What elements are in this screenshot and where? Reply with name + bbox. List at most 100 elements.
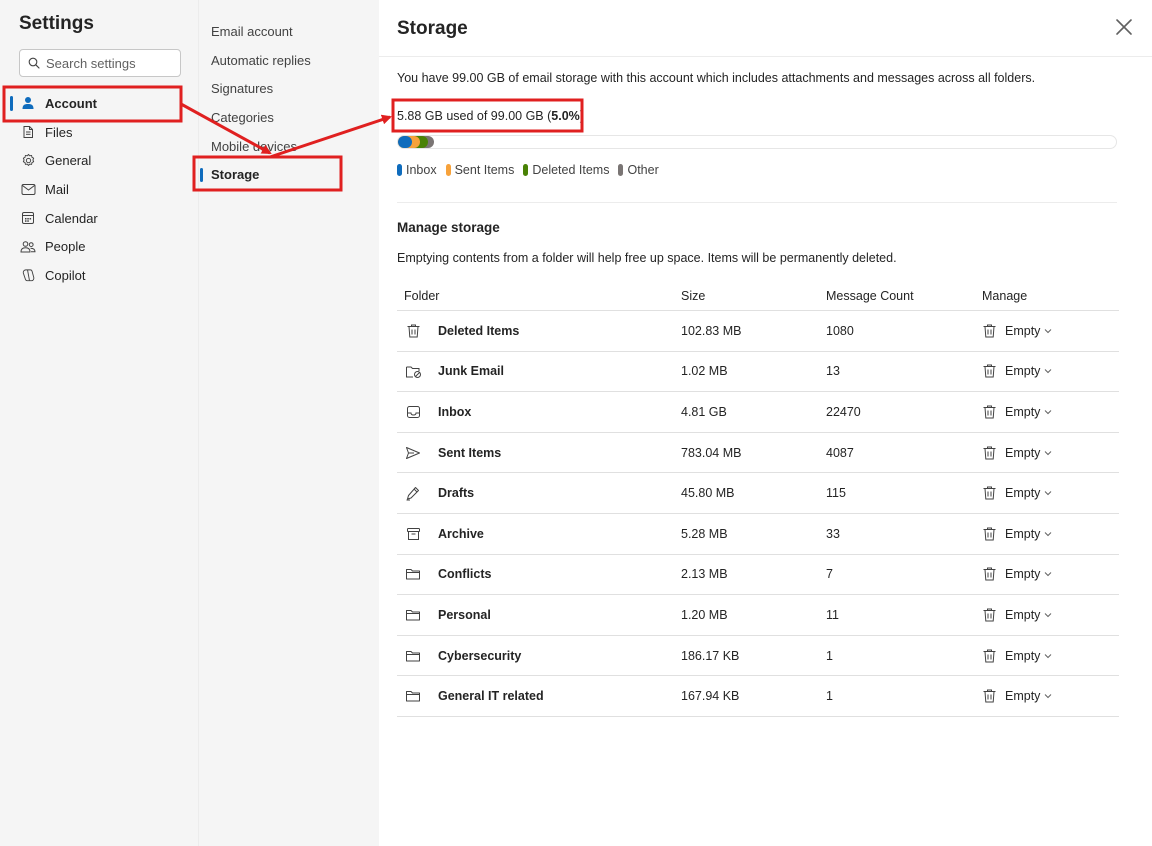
empty-folder-button[interactable]: Empty: [982, 363, 1052, 379]
people-icon: [20, 239, 36, 255]
folder-size: 783.04 MB: [681, 445, 742, 460]
folder-icon: [404, 565, 422, 583]
empty-folder-button[interactable]: Empty: [982, 648, 1052, 664]
trash-icon: [982, 648, 998, 664]
trash-icon: [982, 404, 998, 420]
empty-folder-button[interactable]: Empty: [982, 445, 1052, 461]
nav-item-label: Calendar: [45, 210, 98, 226]
calendar-icon: [20, 210, 36, 226]
trash-icon: [982, 566, 998, 582]
legend-swatch: [445, 164, 451, 176]
manage-cell: Empty: [982, 485, 1119, 501]
folder-name: Archive: [438, 526, 484, 541]
settings-nav: Settings Account Files General: [0, 0, 198, 846]
manage-cell: Empty: [982, 566, 1119, 582]
subnav-item-mobile-devices[interactable]: Mobile devices: [199, 132, 380, 161]
folder-cell: General IT related: [397, 687, 681, 705]
trash-icon: [404, 322, 422, 340]
pencil-icon: [404, 484, 422, 502]
storage-intro: You have 99.00 GB of email storage with …: [397, 71, 1036, 85]
settings-title: Settings: [19, 13, 94, 34]
subnav-item-automatic-replies[interactable]: Automatic replies: [199, 46, 380, 75]
folder-message-count: 1: [826, 689, 833, 704]
nav-list: Account Files General Mail Calendar Peop…: [0, 89, 198, 290]
empty-folder-button[interactable]: Empty: [982, 323, 1052, 339]
folder-storage-table: Folder Size Message Count Manage Deleted…: [397, 281, 1119, 717]
used-prefix: 5.88 GB used of 99.00 GB (: [397, 109, 552, 123]
empty-folder-button[interactable]: Empty: [982, 526, 1052, 542]
folder-message-count: 115: [826, 486, 846, 501]
nav-item-label: Account: [45, 95, 97, 111]
table-row: Conflicts 2.13 MB 7 Empty: [397, 555, 1119, 596]
search-box[interactable]: [19, 49, 181, 77]
folder-icon: [404, 647, 422, 665]
search-icon: [28, 57, 40, 69]
subnav-item-signatures[interactable]: Signatures: [199, 74, 380, 103]
legend-swatch: [397, 164, 402, 176]
empty-label: Empty: [1005, 567, 1041, 582]
folder-size: 45.80 MB: [681, 486, 735, 501]
nav-item-files[interactable]: Files: [0, 118, 198, 147]
trash-icon: [982, 323, 998, 339]
manage-cell: Empty: [982, 648, 1119, 664]
storage-usage-bar: [397, 135, 1117, 149]
gear-icon: [20, 153, 36, 169]
nav-item-copilot[interactable]: Copilot: [0, 261, 198, 290]
legend-swatch: [618, 164, 624, 176]
subnav-item-email-account[interactable]: Email account: [199, 17, 380, 46]
empty-folder-button[interactable]: Empty: [982, 688, 1052, 704]
storage-used-text: 5.88 GB used of 99.00 GB (5.0%): [397, 109, 584, 123]
table-row: Deleted Items 102.83 MB 1080 Empty: [397, 311, 1119, 352]
folder-message-count: 7: [826, 567, 833, 582]
table-row: Sent Items 783.04 MB 4087 Empty: [397, 433, 1119, 474]
search-input[interactable]: [46, 55, 176, 71]
used-suffix: ): [579, 109, 584, 123]
panel-header: Storage: [379, 0, 1152, 57]
table-row: Cybersecurity 186.17 KB 1 Empty: [397, 636, 1119, 677]
storage-panel: Storage You have 99.00 GB of email stora…: [379, 0, 1152, 846]
copilot-icon: [20, 267, 36, 283]
legend-item-deleted-items: Deleted Items: [523, 163, 609, 177]
chevron-down-icon: [1044, 570, 1052, 578]
folder-name: Conflicts: [438, 567, 492, 582]
account-subnav: Email account Automatic replies Signatur…: [198, 0, 379, 846]
table-row: General IT related 167.94 KB 1 Empty: [397, 676, 1119, 717]
nav-item-general[interactable]: General: [0, 146, 198, 175]
folder-name: Sent Items: [438, 445, 502, 460]
folder-cell: Cybersecurity: [397, 647, 681, 665]
empty-folder-button[interactable]: Empty: [982, 485, 1052, 501]
nav-item-people[interactable]: People: [0, 232, 198, 261]
section-divider: [397, 202, 1117, 203]
nav-item-mail[interactable]: Mail: [0, 175, 198, 204]
nav-item-label: General: [45, 153, 92, 169]
empty-label: Empty: [1005, 486, 1041, 501]
legend-swatch: [523, 164, 529, 176]
close-icon[interactable]: [1114, 17, 1134, 37]
chevron-down-icon: [1044, 449, 1052, 457]
trash-icon: [982, 607, 998, 623]
empty-folder-button[interactable]: Empty: [982, 404, 1052, 420]
empty-folder-button[interactable]: Empty: [982, 566, 1052, 582]
subnav-item-categories[interactable]: Categories: [199, 103, 380, 132]
folder-name: Junk Email: [438, 364, 504, 379]
send-icon: [404, 444, 422, 462]
manage-cell: Empty: [982, 607, 1119, 623]
empty-folder-button[interactable]: Empty: [982, 607, 1052, 623]
file-icon: [20, 124, 36, 140]
subnav-item-storage[interactable]: Storage: [199, 160, 380, 189]
table-row: Archive 5.28 MB 33 Empty: [397, 514, 1119, 555]
folder-cell: Conflicts: [397, 565, 681, 583]
folder-name: General IT related: [438, 689, 544, 704]
used-percent: 5.0%: [551, 109, 580, 123]
legend-item-inbox: Inbox: [397, 163, 437, 177]
mail-icon: [20, 181, 36, 197]
legend-item-sent-items: Sent Items: [445, 163, 514, 177]
nav-item-calendar[interactable]: Calendar: [0, 204, 198, 233]
folder-size: 186.17 KB: [681, 648, 740, 663]
table-row: Inbox 4.81 GB 22470 Empty: [397, 392, 1119, 433]
column-header-manage: Manage: [982, 288, 1028, 303]
folder-icon: [404, 687, 422, 705]
trash-icon: [982, 363, 998, 379]
nav-item-account[interactable]: Account: [0, 89, 198, 118]
folder-message-count: 1: [826, 648, 833, 663]
